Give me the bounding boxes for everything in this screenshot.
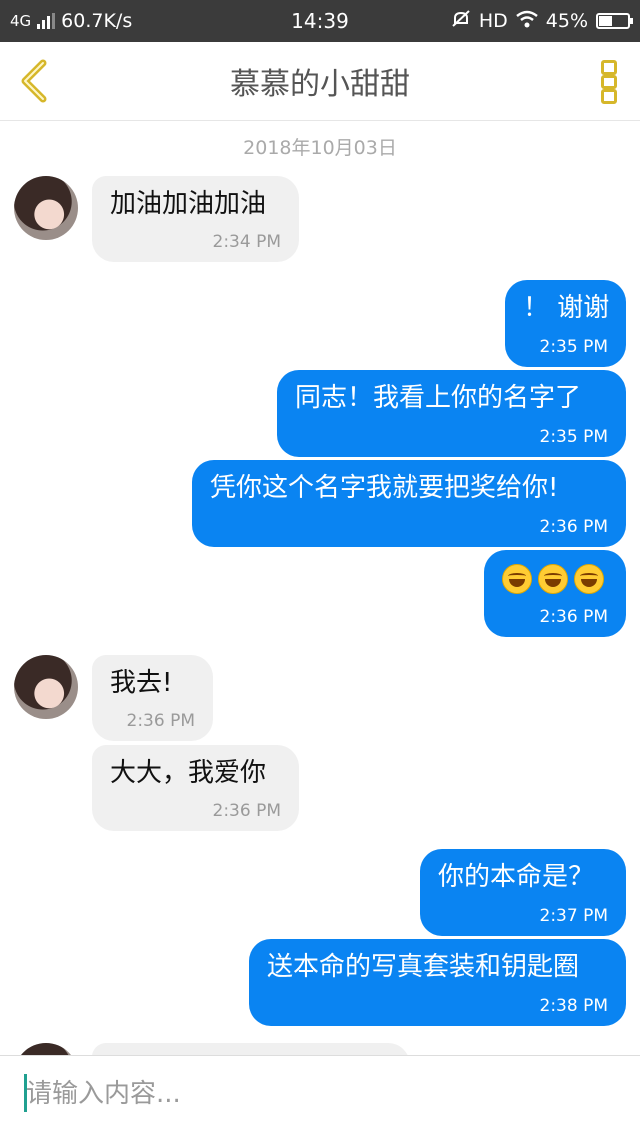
battery-icon bbox=[596, 13, 633, 29]
message-bubble-incoming[interactable]: 加油加油加油 2:34 PM bbox=[92, 176, 299, 262]
message-bubble-incoming[interactable]: 我去! 2:36 PM bbox=[92, 655, 213, 741]
status-bar: 4G 60.7K/s 14:39 HD 45% bbox=[0, 0, 640, 42]
message-text: 同志！我看上你的名字了 bbox=[295, 383, 582, 413]
message-text: 我去! bbox=[110, 668, 173, 698]
message-text: 送本命的写真套装和钥匙圈 bbox=[267, 952, 580, 982]
hd-label: HD bbox=[478, 10, 508, 32]
message-time: 2:36 PM bbox=[539, 517, 609, 537]
contact-avatar[interactable] bbox=[14, 176, 78, 240]
message-bubble-incoming[interactable]: 大大，我爱你 2:36 PM bbox=[92, 745, 299, 831]
message-bubble-outgoing[interactable]: ！ 谢谢 2:35 PM bbox=[505, 280, 626, 367]
message-bubble-outgoing[interactable]: 同志！我看上你的名字了 2:35 PM bbox=[277, 370, 626, 457]
message-time: 2:36 PM bbox=[539, 607, 609, 627]
message-bubble-incoming-partial[interactable] bbox=[92, 1043, 410, 1055]
back-button[interactable] bbox=[14, 58, 54, 104]
message-input[interactable] bbox=[26, 1072, 606, 1116]
contact-avatar[interactable] bbox=[14, 1043, 78, 1055]
message-text: 你的本命是？ bbox=[438, 862, 595, 892]
message-time: 2:35 PM bbox=[539, 427, 609, 447]
chat-header: 慕慕的小甜甜 bbox=[0, 42, 640, 121]
mute-icon bbox=[451, 9, 471, 34]
message-time: 2:36 PM bbox=[212, 801, 282, 821]
message-list[interactable]: 2018年10月03日 加油加油加油 2:34 PM ！ 谢谢 2:35 PM … bbox=[0, 121, 640, 1055]
message-time: 2:34 PM bbox=[212, 232, 282, 252]
menu-dot-icon bbox=[601, 89, 617, 105]
laughing-emoji-icon bbox=[502, 564, 532, 594]
message-time: 2:36 PM bbox=[126, 711, 196, 731]
more-options-button[interactable] bbox=[600, 60, 618, 105]
date-separator: 2018年10月03日 bbox=[243, 137, 397, 159]
laughing-emoji-icon bbox=[538, 564, 568, 594]
message-text: 凭你这个名字我就要把奖给你! bbox=[210, 473, 559, 503]
menu-dot-icon bbox=[601, 74, 617, 90]
message-bubble-outgoing[interactable]: 送本命的写真套装和钥匙圈 2:38 PM bbox=[249, 939, 626, 1026]
emoji-row bbox=[502, 560, 608, 594]
message-text: 加油加油加油 bbox=[110, 189, 267, 219]
chevron-left-icon bbox=[21, 59, 47, 103]
message-time: 2:35 PM bbox=[539, 337, 609, 357]
message-time: 2:38 PM bbox=[539, 996, 609, 1016]
message-bubble-outgoing[interactable]: 凭你这个名字我就要把奖给你! 2:36 PM bbox=[192, 460, 626, 547]
battery-percent: 45% bbox=[545, 10, 588, 32]
message-bubble-outgoing[interactable]: 2:36 PM bbox=[484, 550, 626, 637]
contact-avatar[interactable] bbox=[14, 655, 78, 719]
input-bar bbox=[0, 1055, 640, 1139]
menu-dot-icon bbox=[601, 60, 617, 75]
message-time: 2:37 PM bbox=[539, 906, 609, 926]
laughing-emoji-icon bbox=[574, 564, 604, 594]
status-right: HD 45% bbox=[451, 0, 633, 42]
message-text: ！ 谢谢 bbox=[523, 293, 610, 323]
message-text: 大大，我爱你 bbox=[110, 758, 267, 788]
message-bubble-outgoing[interactable]: 你的本命是？ 2:37 PM bbox=[420, 849, 626, 936]
wifi-icon bbox=[515, 10, 538, 33]
chat-title: 慕慕的小甜甜 bbox=[230, 67, 410, 102]
